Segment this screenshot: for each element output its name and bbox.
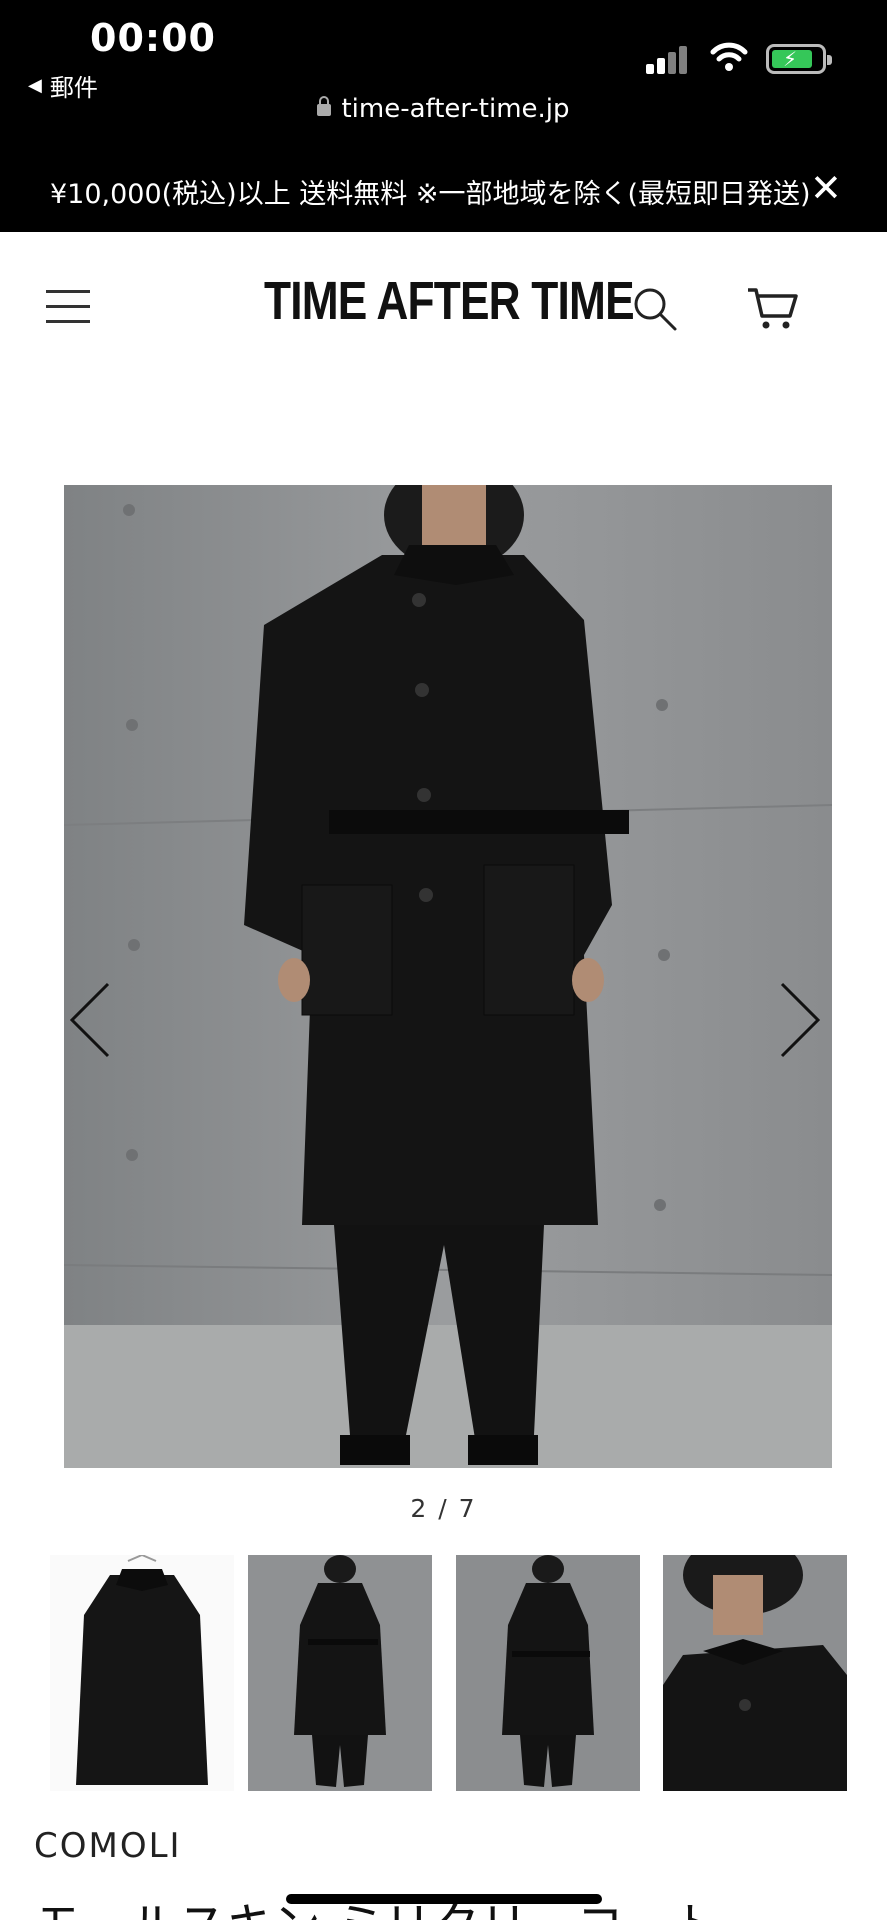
site-logo[interactable]: TIME AFTER TIME <box>264 270 635 332</box>
promo-banner: ¥10,000(税込)以上 送料無料 ※一部地域を除く(最短即日発送) ✕ <box>0 160 887 216</box>
close-icon[interactable]: ✕ <box>810 166 842 210</box>
thumbnail-3[interactable] <box>456 1555 640 1791</box>
chevron-left-icon[interactable] <box>66 980 116 1060</box>
address-bar[interactable]: time-after-time.jp <box>0 94 887 124</box>
thumbnail-2[interactable] <box>248 1555 432 1791</box>
lock-icon <box>317 96 332 116</box>
site-header: TIME AFTER TIME <box>0 232 887 382</box>
status-time: 00:00 <box>90 16 216 60</box>
thumbnail-collar-closeup-image <box>663 1555 847 1791</box>
coat-photo <box>64 485 832 1468</box>
cart-icon[interactable] <box>744 284 800 332</box>
wifi-icon <box>710 42 748 71</box>
search-icon[interactable] <box>632 286 678 332</box>
url-text: time-after-time.jp <box>341 94 570 124</box>
thumbnail-4[interactable] <box>663 1555 847 1791</box>
product-main-image[interactable] <box>64 485 832 1468</box>
battery-icon: ⚡ <box>766 44 832 74</box>
product-brand[interactable]: COMOLI <box>34 1826 182 1866</box>
thumbnail-coat-hanger-image <box>76 1555 208 1785</box>
browser-top-bar: 00:00 ◀ 郵件 ⚡ time-after-time.jp ¥10,000(… <box>0 0 887 232</box>
gallery-counter: 2 / 7 <box>410 1494 477 1523</box>
back-triangle-icon: ◀ <box>28 75 42 96</box>
thumbnail-front-view-image <box>294 1555 386 1787</box>
cellular-signal-icon <box>646 44 694 74</box>
chevron-right-icon[interactable] <box>774 980 824 1060</box>
thumbnail-1[interactable] <box>50 1555 234 1791</box>
thumbnail-back-view-image <box>502 1555 594 1787</box>
hamburger-menu-icon[interactable] <box>46 286 90 326</box>
home-indicator[interactable] <box>286 1894 602 1904</box>
promo-text: ¥10,000(税込)以上 送料無料 ※一部地域を除く(最短即日発送) <box>50 179 810 210</box>
